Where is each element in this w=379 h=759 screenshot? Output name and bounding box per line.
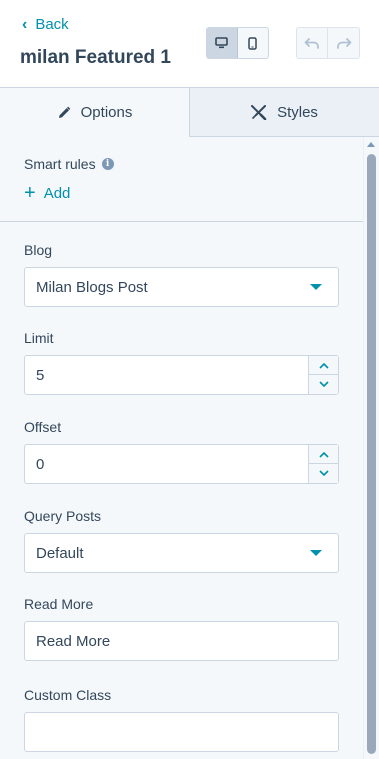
mobile-icon bbox=[248, 36, 257, 50]
brush-icon bbox=[251, 104, 267, 120]
chevron-up-icon bbox=[318, 362, 329, 369]
limit-decrement-button[interactable] bbox=[309, 375, 338, 394]
custom-class-label: Custom Class bbox=[24, 687, 112, 703]
mobile-preview-button[interactable] bbox=[238, 28, 268, 58]
caret-down-icon bbox=[310, 284, 322, 290]
query-posts-select[interactable]: Default bbox=[24, 533, 339, 573]
scrollbar[interactable] bbox=[363, 137, 379, 759]
caret-down-icon bbox=[310, 550, 322, 556]
query-posts-value: Default bbox=[36, 545, 84, 562]
blog-select[interactable]: Milan Blogs Post bbox=[24, 267, 339, 307]
chevron-up-icon bbox=[318, 451, 329, 458]
offset-value: 0 bbox=[36, 456, 45, 473]
options-panel: Smart rules i + Add Blog Milan Blogs Pos… bbox=[0, 137, 363, 759]
blog-select-value: Milan Blogs Post bbox=[36, 279, 148, 296]
smart-rules-label: Smart rules i bbox=[24, 156, 114, 172]
desktop-preview-button[interactable] bbox=[207, 28, 238, 58]
limit-stepper bbox=[308, 356, 338, 394]
divider bbox=[0, 221, 363, 222]
back-link[interactable]: ‹ Back bbox=[22, 16, 69, 33]
tab-styles[interactable]: Styles bbox=[190, 88, 379, 137]
query-posts-label: Query Posts bbox=[24, 508, 102, 524]
history-controls bbox=[296, 27, 360, 59]
limit-value: 5 bbox=[36, 367, 45, 384]
scroll-up-arrow-icon[interactable] bbox=[367, 142, 375, 147]
chevron-down-icon bbox=[318, 381, 329, 388]
editor-header: ‹ Back milan Featured 1 bbox=[0, 0, 379, 88]
tab-options-label: Options bbox=[80, 104, 133, 121]
panel-tabs: Options Styles bbox=[0, 88, 379, 137]
module-title: milan Featured 1 bbox=[20, 47, 171, 68]
device-preview-toggle bbox=[206, 27, 269, 59]
add-label: Add bbox=[43, 184, 71, 202]
scrollbar-thumb[interactable] bbox=[367, 154, 376, 754]
offset-field[interactable]: 0 bbox=[24, 444, 339, 484]
offset-decrement-button[interactable] bbox=[309, 464, 338, 483]
smart-rules-text: Smart rules bbox=[24, 156, 96, 172]
read-more-label: Read More bbox=[24, 596, 94, 612]
redo-button[interactable] bbox=[328, 28, 359, 58]
undo-icon bbox=[304, 38, 319, 49]
read-more-field[interactable]: Read More bbox=[24, 621, 339, 661]
plus-icon: + bbox=[24, 182, 36, 204]
limit-label: Limit bbox=[24, 330, 54, 346]
tab-styles-label: Styles bbox=[277, 103, 318, 121]
tab-options[interactable]: Options bbox=[0, 88, 190, 137]
chevron-down-icon bbox=[318, 470, 329, 477]
info-icon[interactable]: i bbox=[101, 158, 114, 170]
redo-icon bbox=[336, 38, 351, 49]
offset-label: Offset bbox=[24, 419, 62, 435]
limit-increment-button[interactable] bbox=[309, 356, 338, 375]
blog-label: Blog bbox=[24, 242, 53, 258]
pencil-icon bbox=[58, 106, 70, 118]
offset-stepper bbox=[308, 445, 338, 483]
desktop-icon bbox=[215, 37, 229, 49]
read-more-value: Read More bbox=[36, 633, 111, 650]
back-label: Back bbox=[35, 16, 69, 33]
offset-increment-button[interactable] bbox=[309, 445, 338, 464]
custom-class-field[interactable] bbox=[24, 712, 339, 752]
add-smart-rule-button[interactable]: + Add bbox=[24, 183, 70, 203]
undo-button[interactable] bbox=[297, 28, 329, 58]
chevron-left-icon: ‹ bbox=[22, 15, 28, 33]
limit-field[interactable]: 5 bbox=[24, 355, 339, 395]
